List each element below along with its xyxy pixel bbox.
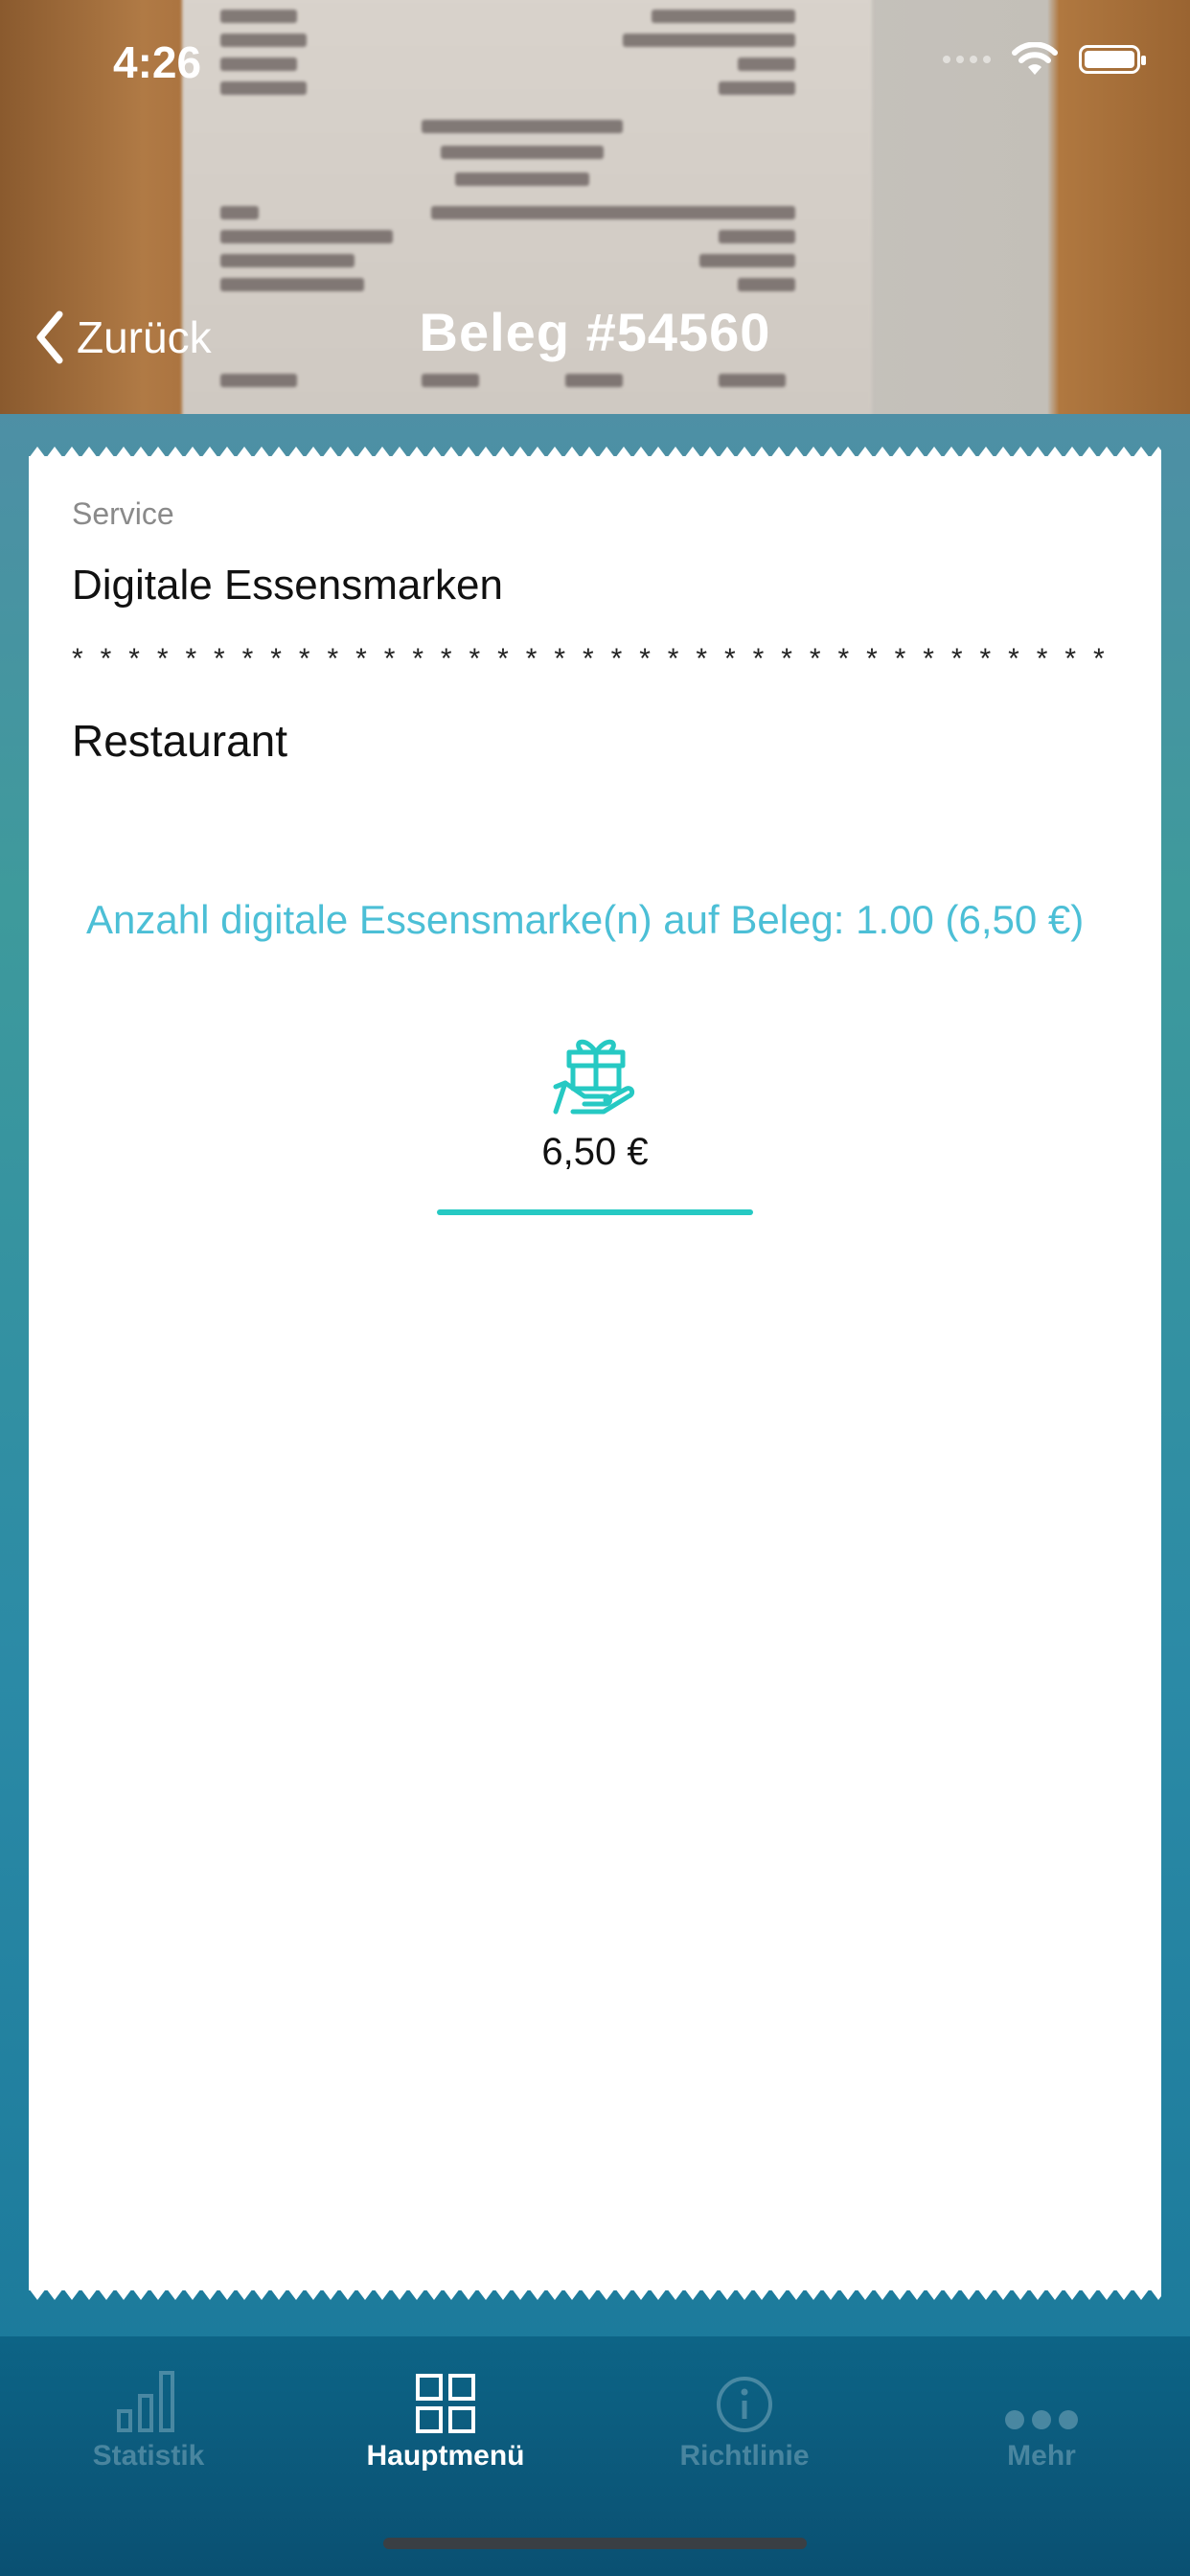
wifi-icon <box>1012 42 1058 75</box>
status-bar: 4:26 <box>0 0 1190 125</box>
bar-chart-icon <box>117 2371 174 2432</box>
category-label: Restaurant <box>72 716 288 766</box>
service-value: Digitale Essensmarken <box>72 562 503 609</box>
separator-line: * * * * * * * * * * * * * * * * * * * * … <box>72 643 1118 675</box>
voucher-amount: 6,50 € <box>541 1131 649 1173</box>
battery-icon <box>1079 45 1146 74</box>
receipt-bottom-edge <box>29 2288 1161 2300</box>
tab-label: Richtlinie <box>679 2440 810 2472</box>
info-icon <box>717 2377 772 2432</box>
service-label: Service <box>72 496 174 531</box>
receipt-photo-header: 4:26 Zurück Beleg #54560 <box>0 0 1190 414</box>
tab-label: Statistik <box>92 2440 205 2472</box>
receipt-card: Service Digitale Essensmarken * * * * * … <box>29 456 1161 2290</box>
tab-statistik[interactable]: Statistik <box>0 2358 297 2472</box>
tab-mehr[interactable]: Mehr <box>893 2358 1190 2472</box>
meal-voucher-count-text: Anzahl digitale Essensmarke(n) auf Beleg… <box>86 897 1085 942</box>
status-icons <box>943 42 1146 77</box>
home-indicator <box>383 2538 807 2549</box>
tab-label: Mehr <box>1007 2440 1076 2472</box>
tab-richtlinie[interactable]: Richtlinie <box>596 2358 893 2472</box>
status-time: 4:26 <box>113 37 202 87</box>
grid-icon <box>416 2374 475 2433</box>
amount-underline <box>437 1209 753 1215</box>
navigation-bar: Zurück Beleg #54560 <box>0 288 1190 393</box>
gift-hand-icon <box>553 1039 635 1115</box>
cellular-signal-icon <box>943 56 991 63</box>
tab-hauptmenue[interactable]: Hauptmenü <box>297 2358 594 2472</box>
tab-label: Hauptmenü <box>366 2440 525 2472</box>
page-title: Beleg #54560 <box>419 302 771 362</box>
more-icon <box>1005 2410 1078 2429</box>
